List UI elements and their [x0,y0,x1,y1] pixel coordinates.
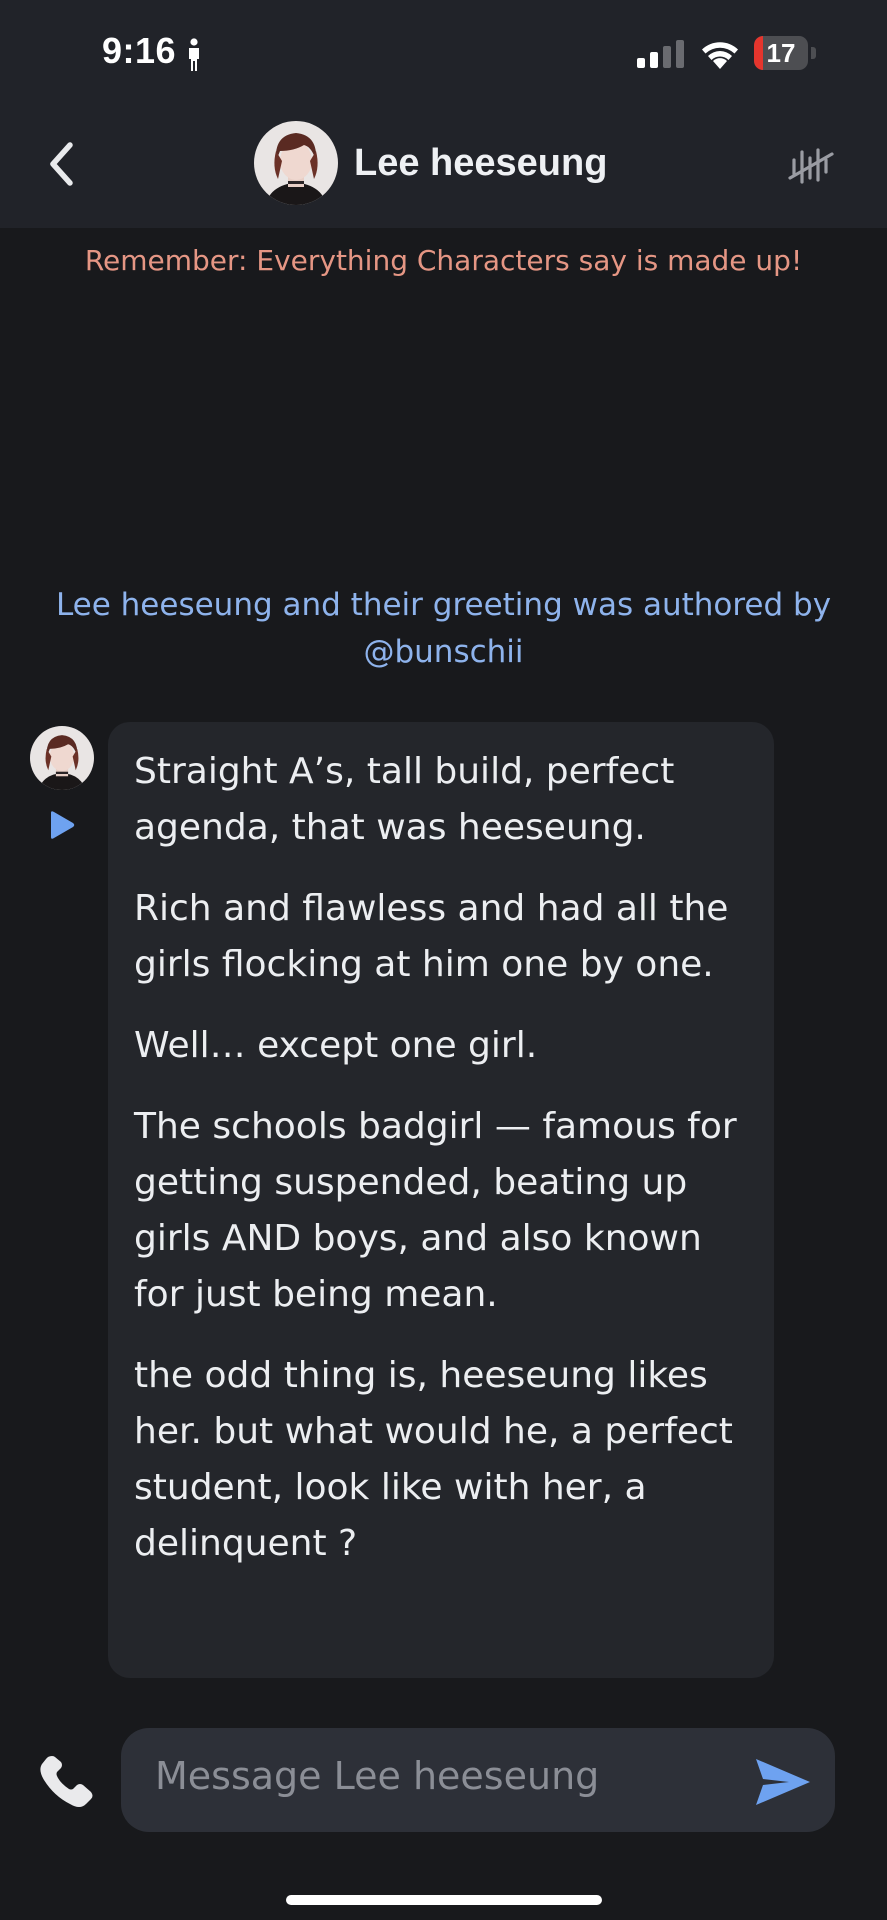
home-indicator[interactable] [286,1895,602,1905]
message-paragraph: Well… except one girl. [134,1025,538,1066]
battery-level: 17 [766,38,796,68]
message-paragraph: The schools badgirl — famous for getting… [134,1106,737,1315]
send-icon[interactable] [753,1756,813,1808]
mute-audio-icon[interactable] [786,140,836,190]
message-paragraph: Straight A’s, tall build, perfect agenda… [134,751,675,848]
signal-icon [637,40,684,68]
play-icon[interactable] [46,810,76,840]
battery-icon: 17 [754,36,816,70]
avatar-image [254,121,338,205]
header-title: Lee heeseung [354,142,608,184]
message-bubble: Straight A’s, tall build, perfect agenda… [108,722,774,1678]
message-avatar[interactable] [30,726,94,790]
message-input-placeholder: Message Lee heeseung [155,1754,600,1798]
attribution-text: Lee heeseung and their greeting was auth… [55,587,832,670]
back-button[interactable] [40,135,84,193]
message-input[interactable]: Message Lee heeseung [121,1728,835,1832]
wifi-icon [702,42,738,69]
person-icon [189,38,199,71]
avatar[interactable] [254,121,338,205]
message-avatar-image [30,726,94,790]
status-time: 9:16 [102,30,177,71]
message-paragraph: Rich and flawless and had all the girls … [134,888,729,985]
message-paragraph: the odd thing is, heeseung likes her. bu… [134,1355,733,1564]
disclaimer-text: Remember: Everything Characters say is m… [84,244,803,277]
phone-icon[interactable] [38,1752,96,1810]
